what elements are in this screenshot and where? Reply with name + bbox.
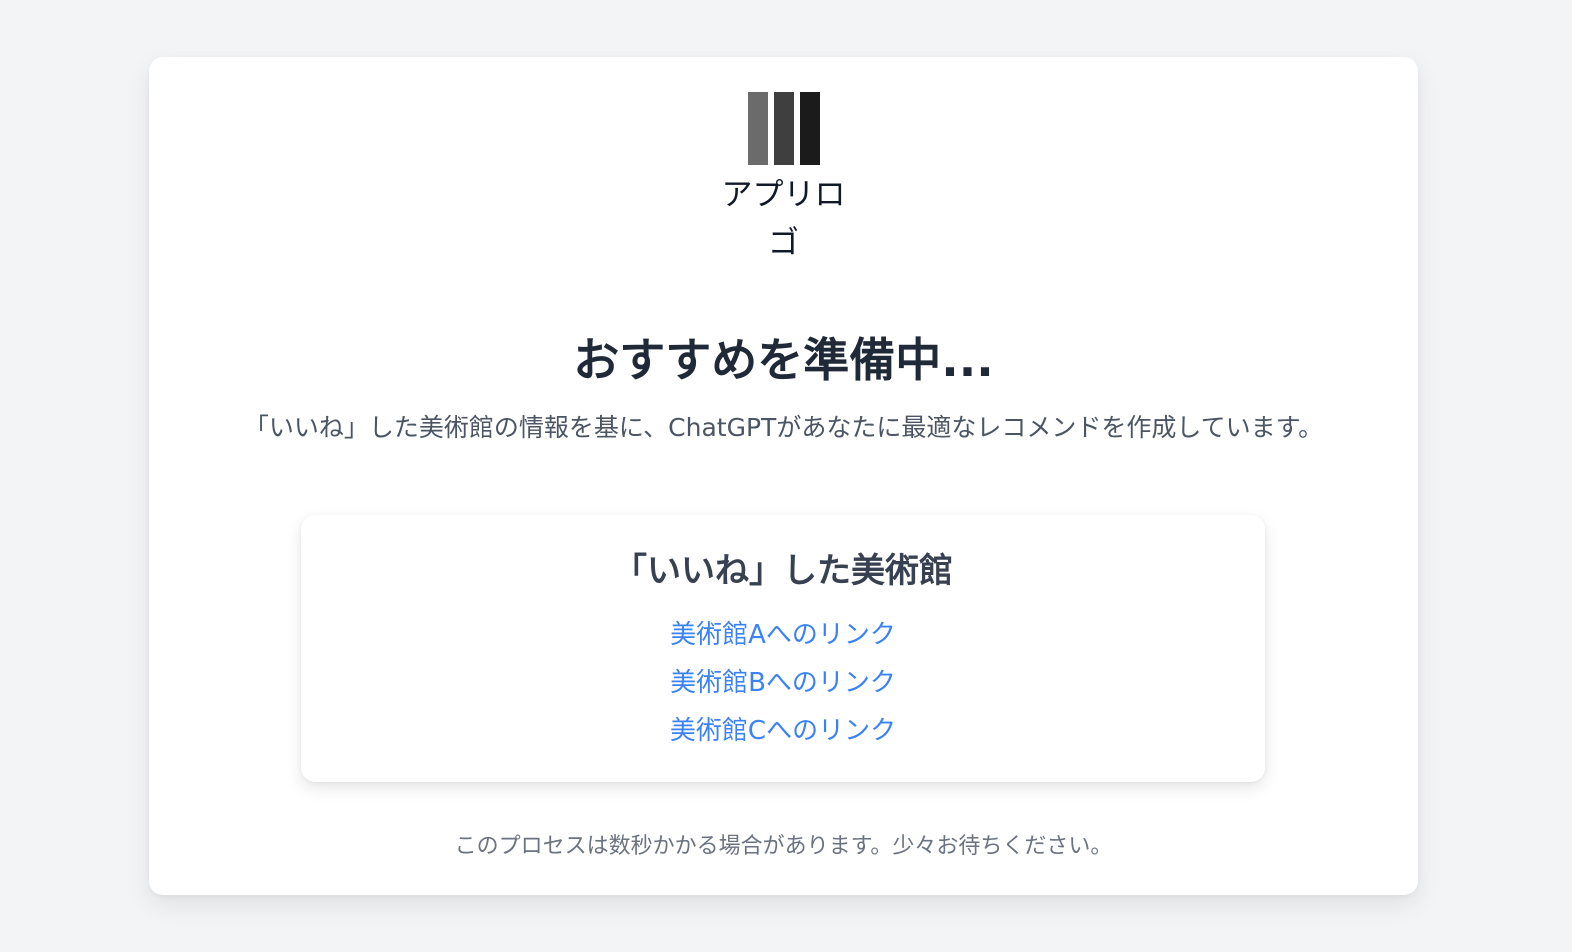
page-title: おすすめを準備中... xyxy=(573,333,994,387)
wait-note: このプロセスは数秒かかる場合があります。少々お待ちください。 xyxy=(454,834,1113,859)
liked-museums-heading: 「いいね」した美術館 xyxy=(613,551,953,591)
page-subtitle: 「いいね」した美術館の情報を基に、ChatGPTがあなたに最適なレコメンドを作成… xyxy=(243,413,1324,442)
liked-museums-list: 美術館Aへのリンク 美術館Bへのリンク 美術館Cへのリンク xyxy=(301,611,1265,755)
museum-c-link[interactable]: 美術館Cへのリンク xyxy=(670,716,896,746)
list-item: 美術館Bへのリンク xyxy=(301,659,1265,707)
liked-museums-card: 「いいね」した美術館 美術館Aへのリンク 美術館Bへのリンク 美術館Cへのリンク xyxy=(301,515,1265,782)
logo-bars-icon xyxy=(747,92,820,165)
logo-bar xyxy=(747,92,768,165)
logo-bar xyxy=(773,92,794,165)
list-item: 美術館Cへのリンク xyxy=(301,707,1265,755)
loading-card: アプリロゴ おすすめを準備中... 「いいね」した美術館の情報を基に、ChatG… xyxy=(149,57,1418,895)
museum-a-link[interactable]: 美術館Aへのリンク xyxy=(670,620,896,650)
logo-label: アプリロゴ xyxy=(721,177,846,261)
museum-b-link[interactable]: 美術館Bへのリンク xyxy=(670,668,896,698)
logo-bar xyxy=(799,92,820,165)
app-logo: アプリロゴ xyxy=(719,92,849,267)
list-item: 美術館Aへのリンク xyxy=(301,611,1265,659)
